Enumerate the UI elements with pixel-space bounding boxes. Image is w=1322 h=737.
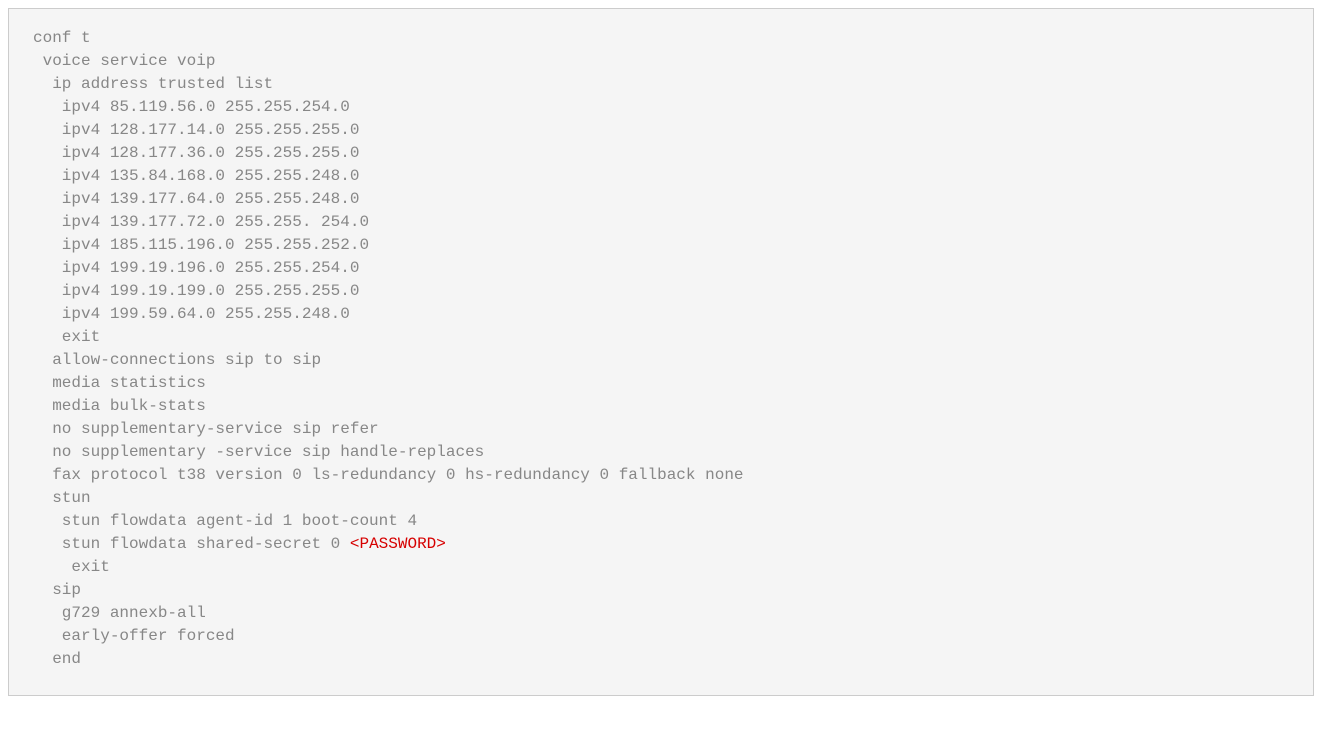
code-block: conf t voice service voip ip address tru…	[8, 8, 1314, 696]
secret-line-prefix: stun flowdata shared-secret 0	[33, 535, 350, 553]
code-content: conf t voice service voip ip address tru…	[33, 27, 1289, 671]
password-placeholder: <PASSWORD>	[350, 535, 446, 553]
code-lines-after: exit sip g729 annexb-all early-offer for…	[33, 558, 235, 668]
code-lines-before: conf t voice service voip ip address tru…	[33, 29, 744, 530]
